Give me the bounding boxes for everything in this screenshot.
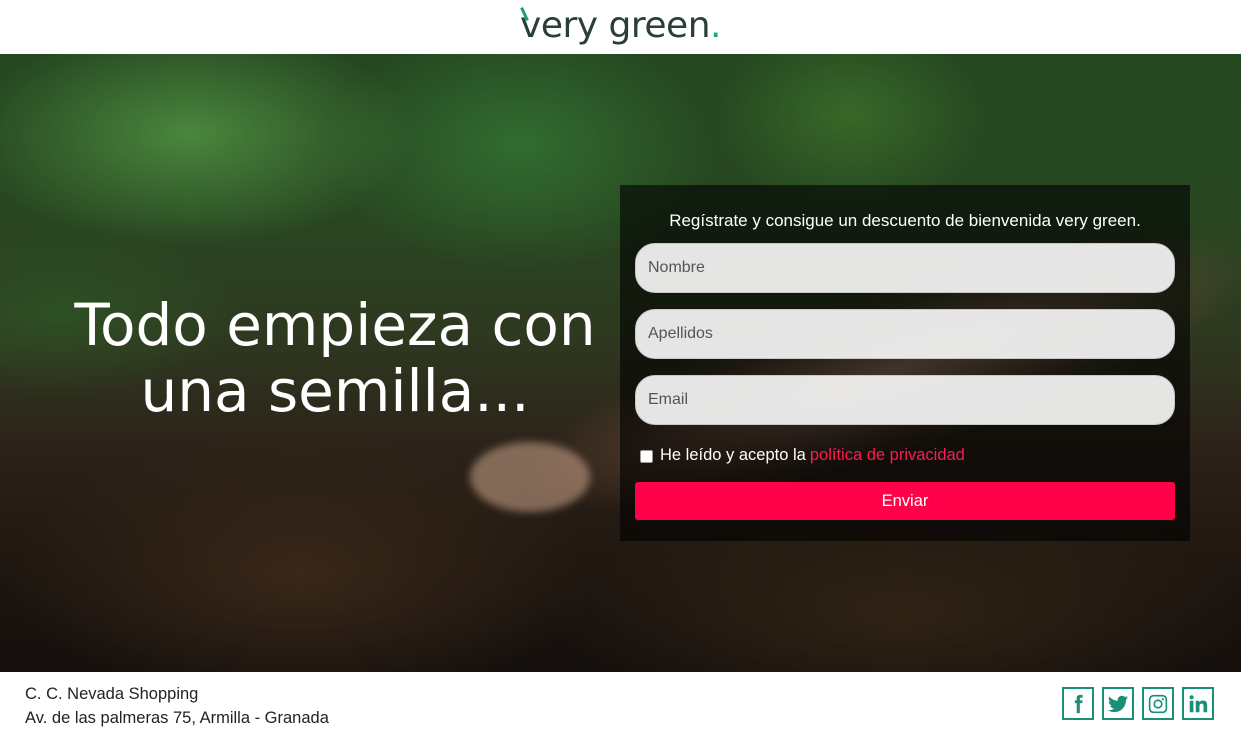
logo-word-very-rest: ery: [540, 4, 598, 46]
instagram-link[interactable]: [1142, 687, 1174, 720]
instagram-icon: [1148, 694, 1168, 713]
hero-headline-line2: una semilla...: [140, 357, 530, 425]
signup-intro-text: Regístrate y consigue un descuento de bi…: [669, 211, 1141, 230]
logo-letter-v: v: [520, 4, 541, 46]
logo-word-green: green: [597, 4, 711, 46]
linkedin-link[interactable]: [1182, 687, 1214, 720]
linkedin-icon: [1189, 694, 1208, 712]
privacy-consent-label: He leído y acepto la: [660, 445, 806, 464]
address-line1: C. C. Nevada Shopping: [25, 685, 199, 703]
signup-form-panel: Regístrate y consigue un descuento de bi…: [620, 185, 1190, 541]
store-address: C. C. Nevada Shopping Av. de las palmera…: [25, 682, 329, 730]
site-footer: C. C. Nevada Shopping Av. de las palmera…: [0, 672, 1241, 734]
very-green-logo[interactable]: v ery green.: [520, 5, 721, 46]
hero-background-detail: [470, 442, 590, 512]
logo-dot: .: [710, 4, 721, 46]
facebook-link[interactable]: [1062, 687, 1094, 720]
hero-headline-line1: Todo empieza con: [74, 291, 596, 359]
privacy-consent-checkbox[interactable]: [640, 449, 653, 463]
privacy-policy-link[interactable]: política de privacidad: [810, 446, 965, 465]
hero-headline: Todo empieza con una semilla...: [30, 292, 640, 424]
site-header: v ery green.: [0, 0, 1241, 54]
first-name-input[interactable]: [635, 243, 1175, 293]
social-links: [1062, 687, 1214, 720]
twitter-link[interactable]: [1102, 687, 1134, 720]
email-input[interactable]: [635, 375, 1175, 425]
last-name-input[interactable]: [635, 309, 1175, 359]
privacy-consent-row: He leído y acepto la política de privaci…: [640, 444, 1175, 466]
twitter-icon: [1107, 695, 1129, 712]
facebook-icon: [1074, 694, 1083, 713]
submit-button[interactable]: Enviar: [635, 482, 1175, 520]
address-line2: Av. de las palmeras 75, Armilla - Granad…: [25, 709, 329, 727]
hero-section: Todo empieza con una semilla... Regístra…: [0, 54, 1241, 672]
